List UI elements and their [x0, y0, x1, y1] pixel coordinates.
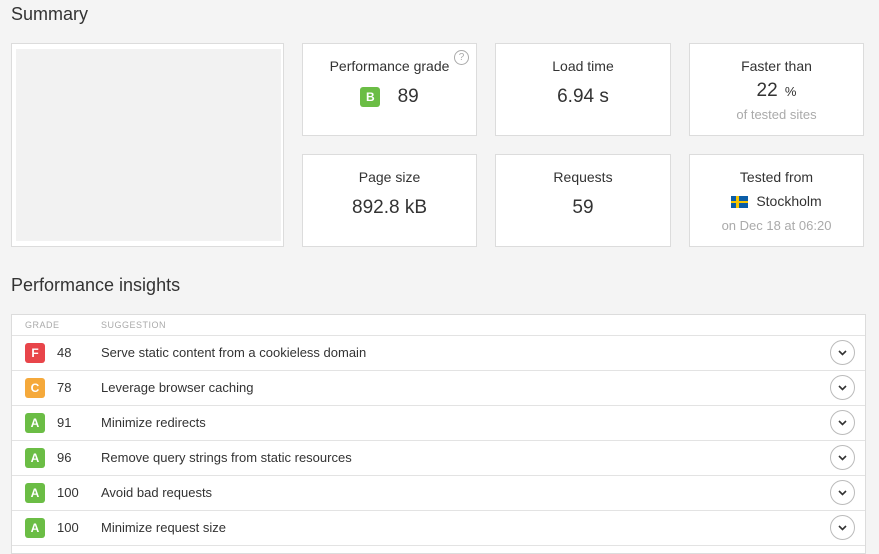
- tested-from-title: Tested from: [739, 169, 814, 185]
- insights-table-header: GRADE SUGGESTION: [12, 315, 865, 336]
- performance-score: 89: [397, 86, 419, 107]
- tested-from-card: Tested from Stockholm on Dec 18 at 06:20: [689, 154, 864, 247]
- table-row[interactable]: A 91 Minimize redirects: [12, 405, 865, 441]
- help-icon[interactable]: ?: [454, 50, 469, 65]
- page-size-value: 892.8 kB: [352, 197, 427, 218]
- insights-table: GRADE SUGGESTION F 48 Serve static content…: [11, 314, 866, 554]
- table-row[interactable]: C 78 Leverage browser caching: [12, 370, 865, 406]
- page-screenshot-thumbnail: [11, 43, 284, 247]
- chevron-down-icon: [838, 490, 847, 496]
- faster-than-title: Faster than: [741, 58, 812, 74]
- load-time-title: Load time: [552, 58, 614, 74]
- tested-from-location: Stockholm: [756, 193, 822, 209]
- expand-button[interactable]: [830, 515, 855, 540]
- grade-badge: B: [360, 87, 381, 107]
- sweden-flag-icon: [731, 196, 749, 209]
- requests-card: Requests 59: [495, 154, 671, 247]
- expand-button[interactable]: [830, 445, 855, 470]
- grade-badge: C: [25, 378, 45, 398]
- chevron-down-icon: [838, 455, 847, 461]
- performance-insights-heading: Performance insights: [11, 275, 181, 295]
- chevron-down-icon: [838, 525, 847, 531]
- chevron-down-icon: [838, 420, 847, 426]
- faster-than-value: 22: [756, 80, 778, 101]
- page-size-title: Page size: [358, 169, 421, 185]
- load-time-card: Load time 6.94 s: [495, 43, 671, 136]
- grade-score: 100: [57, 485, 79, 500]
- faster-than-card: Faster than 22 % of tested sites: [689, 43, 864, 136]
- tested-from-date: on Dec 18 at 06:20: [721, 218, 832, 233]
- requests-title: Requests: [553, 169, 613, 185]
- table-row[interactable]: A 100 Avoid bad requests: [12, 475, 865, 511]
- table-row[interactable]: A 96 Remove query strings from static reso…: [12, 440, 865, 476]
- grade-badge: A: [25, 483, 45, 503]
- chevron-down-icon: [838, 350, 847, 356]
- grade-badge: A: [25, 448, 45, 468]
- chevron-down-icon: [838, 385, 847, 391]
- expand-button[interactable]: [830, 480, 855, 505]
- page-size-card: Page size 892.8 kB: [302, 154, 477, 247]
- expand-button[interactable]: [830, 375, 855, 400]
- grade-score: 91: [57, 415, 72, 430]
- summary-heading: Summary: [11, 4, 89, 24]
- grade-badge: A: [25, 413, 45, 433]
- grade-score: 96: [57, 450, 72, 465]
- performance-grade-card: Performance grade ? B 89: [302, 43, 477, 136]
- load-time-value: 6.94 s: [557, 86, 609, 107]
- suggestion-text: Avoid bad requests: [101, 485, 213, 500]
- table-row[interactable]: A 100 Minimize request size: [12, 510, 865, 546]
- grade-column-header[interactable]: GRADE: [25, 320, 60, 330]
- grade-badge: A: [25, 518, 45, 538]
- expand-button[interactable]: [830, 410, 855, 435]
- performance-grade-value-wrap: B 89: [303, 86, 476, 108]
- requests-value: 59: [572, 197, 594, 218]
- suggestion-text: Leverage browser caching: [101, 380, 254, 395]
- suggestion-column-header[interactable]: SUGGESTION: [101, 320, 166, 330]
- expand-button[interactable]: [830, 340, 855, 365]
- suggestion-text: Minimize redirects: [101, 415, 206, 430]
- grade-badge: F: [25, 343, 45, 363]
- faster-than-sub: of tested sites: [736, 107, 817, 122]
- grade-score: 78: [57, 380, 72, 395]
- percent-unit: %: [784, 84, 797, 99]
- table-row[interactable]: F 48 Serve static content from a cookieles…: [12, 335, 865, 371]
- suggestion-text: Minimize request size: [101, 520, 226, 535]
- grade-score: 48: [57, 345, 72, 360]
- screenshot-placeholder: [16, 49, 281, 241]
- performance-grade-title: Performance grade: [329, 58, 450, 74]
- grade-score: 100: [57, 520, 79, 535]
- suggestion-text: Serve static content from a cookieless d…: [101, 345, 367, 360]
- suggestion-text: Remove query strings from static resourc…: [101, 450, 352, 465]
- faster-than-value-wrap: 22 %: [690, 80, 863, 102]
- tested-from-location-wrap: Stockholm: [690, 193, 863, 209]
